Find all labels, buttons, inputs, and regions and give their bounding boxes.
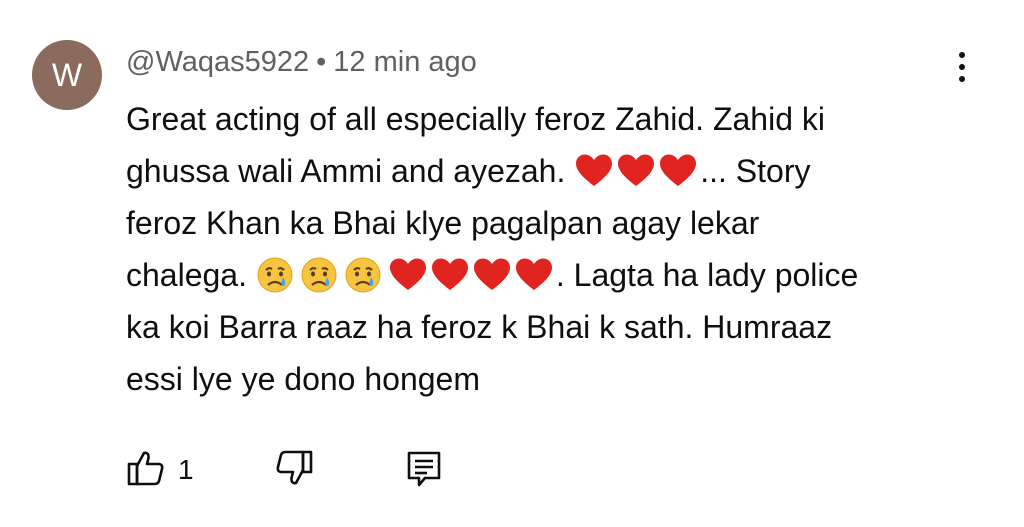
reply-comment-icon [404, 448, 444, 493]
comment-line: chalega. . Lagta ha lady police [126, 249, 956, 301]
heart-emoji-icon [616, 150, 656, 186]
heart-emoji-icon [430, 254, 470, 290]
crying-face-emoji-icon [256, 256, 294, 294]
heart-emoji-icon [514, 254, 554, 290]
comment-text: Great acting of all especially feroz Zah… [126, 93, 956, 405]
heart-emoji-icon [472, 254, 512, 290]
separator: • [316, 46, 327, 78]
heart-emoji-icon [658, 150, 698, 186]
like-count: 1 [178, 454, 194, 485]
thumbs-down-icon [274, 448, 314, 493]
comment-line: ka koi Barra raaz ha feroz k Bhai k sath… [126, 309, 833, 345]
heart-emoji-icon [388, 254, 428, 290]
thumbs-up-icon [126, 448, 166, 493]
avatar-letter: W [51, 56, 83, 93]
reply-button[interactable] [404, 448, 444, 492]
comment-card: W @Waqas5922 • 12 min ago Great acting of … [0, 0, 1024, 527]
comment-line: Great acting of all especially feroz Zah… [126, 101, 825, 137]
more-options-icon[interactable] [944, 52, 980, 92]
timestamp[interactable]: 12 min ago [333, 46, 477, 78]
heart-emoji-icon [574, 150, 614, 186]
like-button[interactable]: 1 [126, 448, 194, 492]
comment-line: ghussa wali Ammi and ayezah. ... Story [126, 145, 956, 197]
comment-line: feroz Khan ka Bhai klye pagalpan agay le… [126, 205, 760, 241]
comment-line: essi lye ye dono hongem [126, 361, 480, 397]
dislike-button[interactable] [274, 448, 314, 492]
crying-face-emoji-icon [300, 256, 338, 294]
crying-face-emoji-icon [344, 256, 382, 294]
username[interactable]: @Waqas5922 [126, 46, 309, 78]
comment-header: @Waqas5922 • 12 min ago [126, 42, 477, 82]
avatar[interactable]: W [32, 40, 102, 110]
